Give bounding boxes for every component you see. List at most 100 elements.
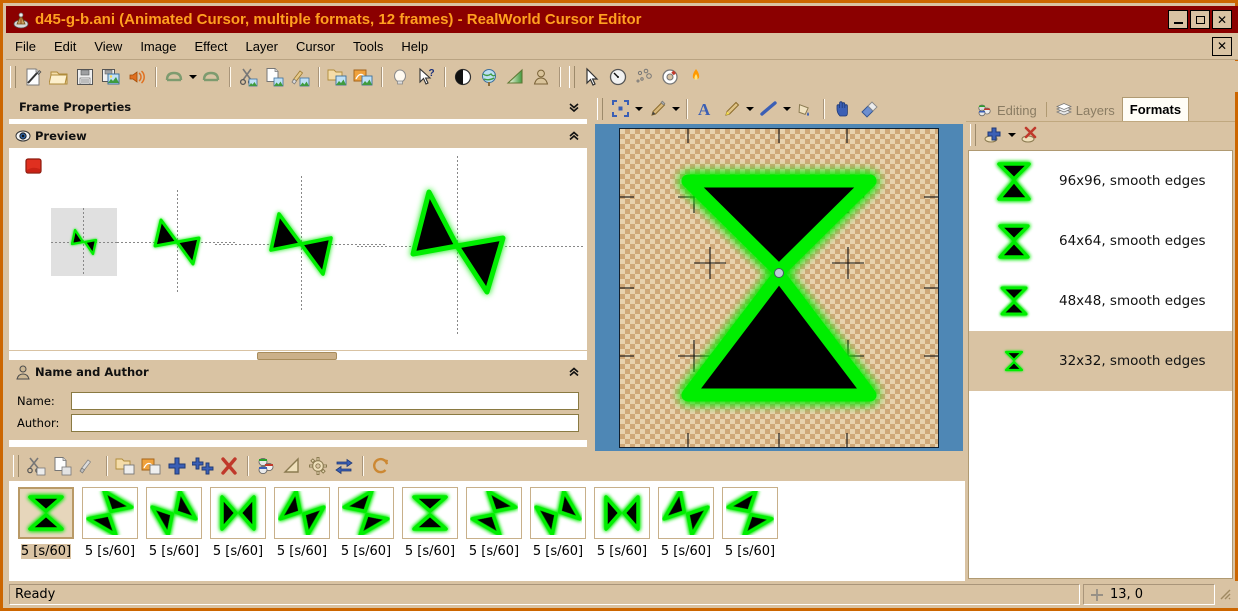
light-bulb-icon[interactable] [387, 64, 413, 90]
add-frame-icon[interactable] [164, 453, 190, 479]
undo-icon[interactable] [161, 64, 187, 90]
copy-icon[interactable] [261, 64, 287, 90]
close-button[interactable]: ✕ [1212, 10, 1232, 29]
minimize-button[interactable] [1168, 10, 1188, 29]
lifebuoy-icon[interactable] [657, 64, 683, 90]
hand-pan-icon[interactable] [829, 96, 855, 122]
format-row-96[interactable]: 96x96, smooth edges [969, 151, 1232, 211]
delete-format-icon[interactable] [1017, 122, 1043, 148]
chevron-double-up-icon[interactable] [567, 366, 581, 379]
menu-item-cursor[interactable]: Cursor [287, 36, 344, 57]
cut-icon[interactable] [235, 64, 261, 90]
author-input[interactable] [71, 414, 579, 432]
line-tool-icon[interactable] [755, 96, 781, 122]
copy-frame-icon[interactable] [49, 453, 75, 479]
frame-thumbnail-9[interactable] [530, 487, 586, 539]
globe-icon[interactable] [476, 64, 502, 90]
text-tool-icon[interactable]: A [692, 96, 718, 122]
image-effects-icon[interactable] [350, 64, 376, 90]
selection-tool-icon[interactable] [607, 96, 633, 122]
frame-thumbnail-6[interactable] [338, 487, 394, 539]
panel-preview-header[interactable]: Preview [9, 124, 587, 148]
menu-item-file[interactable]: File [6, 36, 45, 57]
open-folder-icon[interactable] [46, 64, 72, 90]
tab-editing[interactable]: Editing [970, 99, 1044, 121]
maximize-button[interactable] [1190, 10, 1210, 29]
toolbar-grip[interactable] [10, 65, 16, 88]
frame-item-11[interactable]: 5 [s/60] [654, 481, 718, 559]
formats-toolbar-grip[interactable] [970, 123, 976, 146]
format-row-48[interactable]: 48x48, smooth edges [969, 271, 1232, 331]
reorder-frames-icon[interactable] [331, 453, 357, 479]
add-format-dropdown-arrow-icon[interactable] [1006, 122, 1017, 148]
selection-tool-dropdown-arrow-icon[interactable] [633, 96, 644, 122]
brush-tool-dropdown-arrow-icon[interactable] [744, 96, 755, 122]
frame-item-12[interactable]: 5 [s/60] [718, 481, 782, 559]
whats-this-help-icon[interactable]: ? [413, 64, 439, 90]
frame-list[interactable]: 5 [s/60] 5 [s/60] 5 [s/60] 5 [s/60] 5 [s… [9, 481, 965, 581]
formats-list[interactable]: 96x96, smooth edges 64x64, smooth edges … [968, 150, 1233, 579]
clock-icon[interactable] [605, 64, 631, 90]
cursor-canvas-image[interactable] [619, 127, 939, 448]
delete-frame-icon[interactable] [216, 453, 242, 479]
flame-icon[interactable] [683, 64, 709, 90]
scrollbar-thumb[interactable] [257, 352, 337, 360]
frame-colors-icon[interactable] [253, 453, 279, 479]
pointer-arrow-icon[interactable] [579, 64, 605, 90]
frame-transform-icon[interactable] [279, 453, 305, 479]
menu-item-edit[interactable]: Edit [45, 36, 85, 57]
menu-item-effect[interactable]: Effect [185, 36, 236, 57]
frame-thumbnail-1[interactable] [18, 487, 74, 539]
format-row-64[interactable]: 64x64, smooth edges [969, 211, 1232, 271]
line-tool-dropdown-arrow-icon[interactable] [781, 96, 792, 122]
frame-item-1[interactable]: 5 [s/60] [14, 481, 78, 559]
preview-sample-64[interactable] [215, 176, 387, 312]
eraser-icon[interactable] [855, 96, 881, 122]
reload-frames-icon[interactable] [368, 453, 394, 479]
save-as-image-icon[interactable] [98, 64, 124, 90]
chevron-double-down-icon[interactable] [567, 101, 581, 114]
paste-icon[interactable] [287, 64, 313, 90]
publish-sound-icon[interactable] [124, 64, 150, 90]
name-input[interactable] [71, 392, 579, 410]
gradient-icon[interactable] [502, 64, 528, 90]
cut-frame-icon[interactable] [23, 453, 49, 479]
menu-item-view[interactable]: View [85, 36, 131, 57]
tab-formats[interactable]: Formats [1121, 97, 1190, 121]
frame-thumbnail-4[interactable] [210, 487, 266, 539]
frame-item-8[interactable]: 5 [s/60] [462, 481, 526, 559]
contrast-icon[interactable] [450, 64, 476, 90]
frame-item-2[interactable]: 5 [s/60] [78, 481, 142, 559]
particles-icon[interactable] [631, 64, 657, 90]
add-format-icon[interactable] [980, 122, 1006, 148]
format-row-32[interactable]: 32x32, smooth edges [969, 331, 1232, 391]
mdi-close-button[interactable]: ✕ [1212, 36, 1232, 56]
frame-item-5[interactable]: 5 [s/60] [270, 481, 334, 559]
chevron-double-up-icon[interactable] [567, 130, 581, 143]
add-multiple-frames-icon[interactable] [190, 453, 216, 479]
preview-horizontal-scrollbar[interactable] [9, 351, 587, 360]
new-document-icon[interactable] [20, 64, 46, 90]
duplicate-image-icon[interactable] [324, 64, 350, 90]
frame-item-9[interactable]: 5 [s/60] [526, 481, 590, 559]
pencil-tool-dropdown-arrow-icon[interactable] [670, 96, 681, 122]
resize-grip-icon[interactable] [1218, 587, 1234, 603]
frame-thumbnail-10[interactable] [594, 487, 650, 539]
frame-thumbnail-7[interactable] [402, 487, 458, 539]
frame-item-3[interactable]: 5 [s/60] [142, 481, 206, 559]
pencil-tool-icon[interactable] [644, 96, 670, 122]
toolbar-grip-2[interactable] [569, 65, 575, 88]
stop-record-icon[interactable] [25, 158, 42, 174]
frame-thumbnail-11[interactable] [658, 487, 714, 539]
panel-name-author-header[interactable]: Name and Author [9, 360, 587, 384]
frame-settings-icon[interactable] [305, 453, 331, 479]
frame-thumbnail-12[interactable] [722, 487, 778, 539]
frame-item-6[interactable]: 5 [s/60] [334, 481, 398, 559]
brush-tool-icon[interactable] [718, 96, 744, 122]
redo-icon[interactable] [198, 64, 224, 90]
frame-item-10[interactable]: 5 [s/60] [590, 481, 654, 559]
menu-item-help[interactable]: Help [392, 36, 437, 57]
canvas-viewport[interactable] [595, 124, 963, 451]
frame-thumbnail-8[interactable] [466, 487, 522, 539]
preview-sample-96[interactable] [357, 156, 583, 336]
